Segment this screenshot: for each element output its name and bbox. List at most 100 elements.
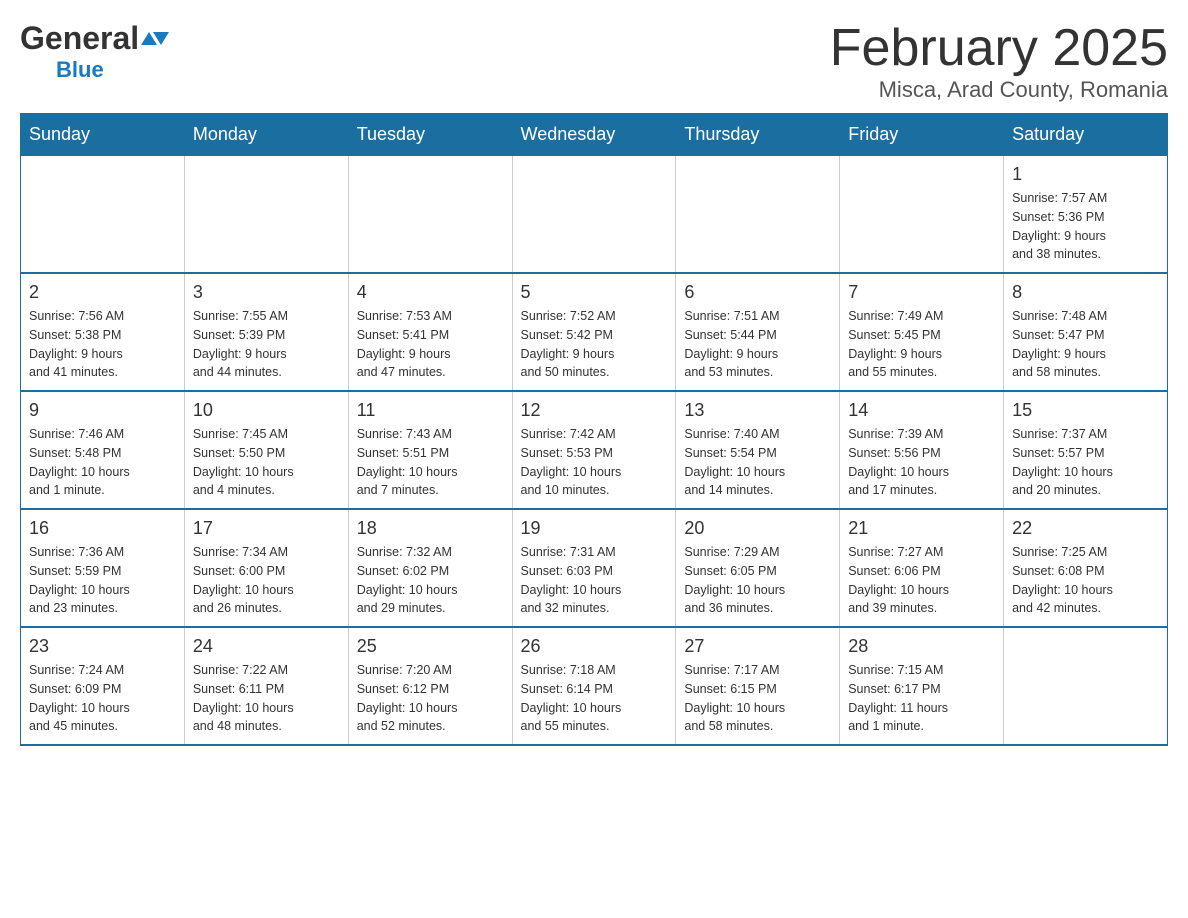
table-row: 23 Sunrise: 7:24 AMSunset: 6:09 PMDayligh… <box>21 627 185 745</box>
day-info: Sunrise: 7:42 AMSunset: 5:53 PMDaylight:… <box>521 425 668 500</box>
calendar-week-row: 1 Sunrise: 7:57 AMSunset: 5:36 PMDaylight… <box>21 156 1168 274</box>
location-subtitle: Misca, Arad County, Romania <box>830 77 1168 103</box>
day-number: 9 <box>29 400 176 421</box>
table-row: 1 Sunrise: 7:57 AMSunset: 5:36 PMDaylight… <box>1004 156 1168 274</box>
day-number: 20 <box>684 518 831 539</box>
table-row: 17 Sunrise: 7:34 AMSunset: 6:00 PMDayligh… <box>184 509 348 627</box>
day-number: 7 <box>848 282 995 303</box>
day-info: Sunrise: 7:29 AMSunset: 6:05 PMDaylight:… <box>684 543 831 618</box>
day-number: 19 <box>521 518 668 539</box>
table-row: 19 Sunrise: 7:31 AMSunset: 6:03 PMDayligh… <box>512 509 676 627</box>
table-row <box>1004 627 1168 745</box>
day-info: Sunrise: 7:39 AMSunset: 5:56 PMDaylight:… <box>848 425 995 500</box>
table-row: 18Sunrise: 7:32 AMSunset: 6:02 PMDayligh… <box>348 509 512 627</box>
day-info: Sunrise: 7:34 AMSunset: 6:00 PMDaylight:… <box>193 543 340 618</box>
calendar-week-row: 16 Sunrise: 7:36 AMSunset: 5:59 PMDayligh… <box>21 509 1168 627</box>
table-row: 16 Sunrise: 7:36 AMSunset: 5:59 PMDayligh… <box>21 509 185 627</box>
day-number: 11 <box>357 400 504 421</box>
day-number: 12 <box>521 400 668 421</box>
day-number: 27 <box>684 636 831 657</box>
table-row: 6 Sunrise: 7:51 AMSunset: 5:44 PMDaylight… <box>676 273 840 391</box>
table-row: 13Sunrise: 7:40 AMSunset: 5:54 PMDayligh… <box>676 391 840 509</box>
day-info: Sunrise: 7:45 AMSunset: 5:50 PMDaylight:… <box>193 425 340 500</box>
day-number: 24 <box>193 636 340 657</box>
day-info: Sunrise: 7:37 AMSunset: 5:57 PMDaylight:… <box>1012 425 1159 500</box>
day-info: Sunrise: 7:20 AMSunset: 6:12 PMDaylight:… <box>357 661 504 736</box>
table-row: 20 Sunrise: 7:29 AMSunset: 6:05 PMDayligh… <box>676 509 840 627</box>
day-number: 28 <box>848 636 995 657</box>
table-row: 25 Sunrise: 7:20 AMSunset: 6:12 PMDayligh… <box>348 627 512 745</box>
logo-blue-text: Blue <box>56 57 104 82</box>
page-header: General Blue February 2025 Misca, Arad C… <box>20 20 1168 103</box>
day-number: 5 <box>521 282 668 303</box>
day-info: Sunrise: 7:40 AMSunset: 5:54 PMDaylight:… <box>684 425 831 500</box>
day-info: Sunrise: 7:17 AMSunset: 6:15 PMDaylight:… <box>684 661 831 736</box>
calendar-week-row: 2 Sunrise: 7:56 AMSunset: 5:38 PMDaylight… <box>21 273 1168 391</box>
day-info: Sunrise: 7:22 AMSunset: 6:11 PMDaylight:… <box>193 661 340 736</box>
logo-general-text: General <box>20 20 139 57</box>
table-row: 2 Sunrise: 7:56 AMSunset: 5:38 PMDaylight… <box>21 273 185 391</box>
table-row: 22 Sunrise: 7:25 AMSunset: 6:08 PMDayligh… <box>1004 509 1168 627</box>
day-number: 3 <box>193 282 340 303</box>
table-row <box>676 156 840 274</box>
day-number: 22 <box>1012 518 1159 539</box>
day-number: 1 <box>1012 164 1159 185</box>
calendar-week-row: 9 Sunrise: 7:46 AMSunset: 5:48 PMDaylight… <box>21 391 1168 509</box>
col-tuesday: Tuesday <box>348 114 512 156</box>
col-wednesday: Wednesday <box>512 114 676 156</box>
table-row <box>21 156 185 274</box>
col-sunday: Sunday <box>21 114 185 156</box>
day-info: Sunrise: 7:36 AMSunset: 5:59 PMDaylight:… <box>29 543 176 618</box>
table-row: 5 Sunrise: 7:52 AMSunset: 5:42 PMDaylight… <box>512 273 676 391</box>
day-info: Sunrise: 7:49 AMSunset: 5:45 PMDaylight:… <box>848 307 995 382</box>
col-thursday: Thursday <box>676 114 840 156</box>
day-info: Sunrise: 7:24 AMSunset: 6:09 PMDaylight:… <box>29 661 176 736</box>
day-number: 14 <box>848 400 995 421</box>
day-number: 23 <box>29 636 176 657</box>
month-year-title: February 2025 <box>830 20 1168 77</box>
table-row: 12 Sunrise: 7:42 AMSunset: 5:53 PMDayligh… <box>512 391 676 509</box>
table-row: 7 Sunrise: 7:49 AMSunset: 5:45 PMDaylight… <box>840 273 1004 391</box>
col-saturday: Saturday <box>1004 114 1168 156</box>
calendar-week-row: 23 Sunrise: 7:24 AMSunset: 6:09 PMDayligh… <box>21 627 1168 745</box>
day-number: 6 <box>684 282 831 303</box>
day-number: 26 <box>521 636 668 657</box>
day-info: Sunrise: 7:46 AMSunset: 5:48 PMDaylight:… <box>29 425 176 500</box>
day-info: Sunrise: 7:43 AMSunset: 5:51 PMDaylight:… <box>357 425 504 500</box>
table-row: 10Sunrise: 7:45 AMSunset: 5:50 PMDayligh… <box>184 391 348 509</box>
day-info: Sunrise: 7:25 AMSunset: 6:08 PMDaylight:… <box>1012 543 1159 618</box>
day-info: Sunrise: 7:56 AMSunset: 5:38 PMDaylight:… <box>29 307 176 382</box>
table-row: 24 Sunrise: 7:22 AMSunset: 6:11 PMDayligh… <box>184 627 348 745</box>
table-row: 4 Sunrise: 7:53 AMSunset: 5:41 PMDaylight… <box>348 273 512 391</box>
day-info: Sunrise: 7:57 AMSunset: 5:36 PMDaylight:… <box>1012 189 1159 264</box>
day-number: 21 <box>848 518 995 539</box>
table-row: 8Sunrise: 7:48 AMSunset: 5:47 PMDaylight… <box>1004 273 1168 391</box>
day-number: 17 <box>193 518 340 539</box>
table-row: 3 Sunrise: 7:55 AMSunset: 5:39 PMDaylight… <box>184 273 348 391</box>
day-number: 16 <box>29 518 176 539</box>
calendar-header-row: Sunday Monday Tuesday Wednesday Thursday… <box>21 114 1168 156</box>
table-row: 28Sunrise: 7:15 AMSunset: 6:17 PMDayligh… <box>840 627 1004 745</box>
day-info: Sunrise: 7:51 AMSunset: 5:44 PMDaylight:… <box>684 307 831 382</box>
table-row <box>184 156 348 274</box>
day-info: Sunrise: 7:55 AMSunset: 5:39 PMDaylight:… <box>193 307 340 382</box>
day-number: 2 <box>29 282 176 303</box>
table-row <box>512 156 676 274</box>
col-monday: Monday <box>184 114 348 156</box>
table-row: 27 Sunrise: 7:17 AMSunset: 6:15 PMDayligh… <box>676 627 840 745</box>
table-row: 11 Sunrise: 7:43 AMSunset: 5:51 PMDayligh… <box>348 391 512 509</box>
day-info: Sunrise: 7:31 AMSunset: 6:03 PMDaylight:… <box>521 543 668 618</box>
day-number: 8 <box>1012 282 1159 303</box>
table-row <box>840 156 1004 274</box>
table-row: 9 Sunrise: 7:46 AMSunset: 5:48 PMDaylight… <box>21 391 185 509</box>
col-friday: Friday <box>840 114 1004 156</box>
table-row <box>348 156 512 274</box>
logo-icon <box>141 32 169 45</box>
table-row: 26 Sunrise: 7:18 AMSunset: 6:14 PMDayligh… <box>512 627 676 745</box>
day-number: 4 <box>357 282 504 303</box>
logo: General Blue <box>20 20 169 83</box>
day-info: Sunrise: 7:52 AMSunset: 5:42 PMDaylight:… <box>521 307 668 382</box>
day-info: Sunrise: 7:18 AMSunset: 6:14 PMDaylight:… <box>521 661 668 736</box>
day-info: Sunrise: 7:53 AMSunset: 5:41 PMDaylight:… <box>357 307 504 382</box>
day-number: 25 <box>357 636 504 657</box>
